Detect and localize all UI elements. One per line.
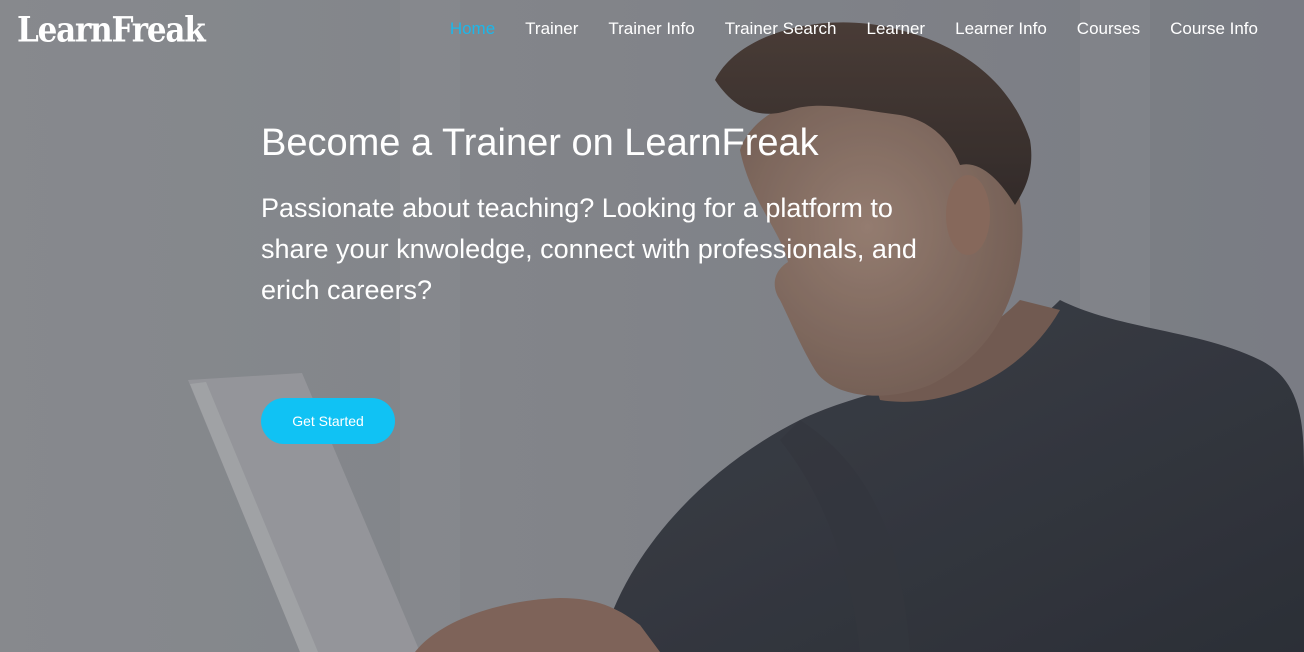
site-logo[interactable]: LearnFreak — [17, 10, 206, 50]
top-navbar: LearnFreak Home Trainer Trainer Info Tra… — [0, 0, 1304, 62]
nav-menu: Home Trainer Trainer Info Trainer Search… — [450, 19, 1258, 39]
nav-item-course-info[interactable]: Course Info — [1170, 19, 1258, 39]
get-started-button[interactable]: Get Started — [261, 398, 395, 444]
nav-item-trainer-search[interactable]: Trainer Search — [725, 19, 837, 39]
nav-item-courses[interactable]: Courses — [1077, 19, 1140, 39]
nav-item-trainer[interactable]: Trainer — [525, 19, 578, 39]
nav-item-home[interactable]: Home — [450, 19, 495, 39]
hero-subtitle: Passionate about teaching? Looking for a… — [261, 193, 917, 305]
hero-overlay — [0, 0, 1304, 652]
nav-item-learner[interactable]: Learner — [867, 19, 926, 39]
hero-section: LearnFreak Home Trainer Trainer Info Tra… — [0, 0, 1304, 652]
hero-content: Become a Trainer on LearnFreak Passionat… — [261, 120, 941, 311]
nav-item-learner-info[interactable]: Learner Info — [955, 19, 1047, 39]
hero-title: Become a Trainer on LearnFreak — [261, 122, 819, 164]
nav-item-trainer-info[interactable]: Trainer Info — [608, 19, 694, 39]
